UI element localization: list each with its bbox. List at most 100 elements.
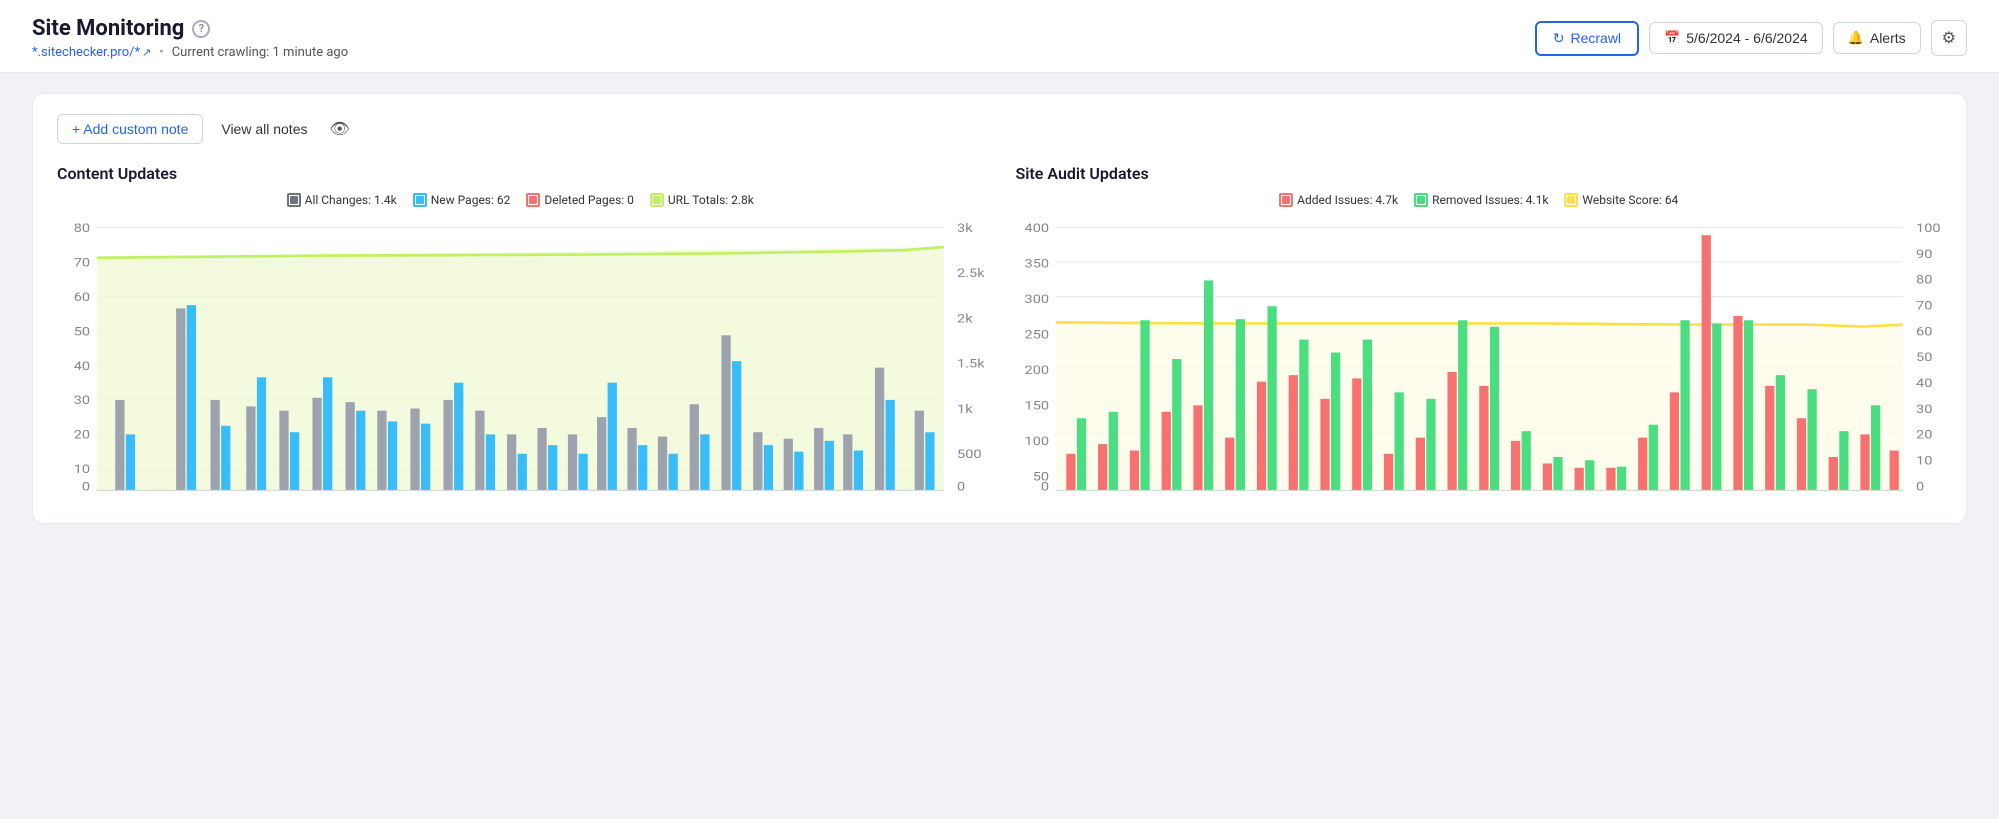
content-chart-area: 80 70 60 50 40 30 20 10 0 3k 2.5k 2k 1.5… bbox=[57, 219, 984, 499]
audit-updates-section: Site Audit Updates Added Issues: 4.7k Re… bbox=[1016, 164, 1943, 499]
svg-text:2k: 2k bbox=[957, 313, 973, 326]
svg-text:Jun 06: Jun 06 bbox=[877, 498, 917, 499]
svg-text:May 28: May 28 bbox=[1621, 498, 1664, 499]
svg-text:10: 10 bbox=[1916, 455, 1932, 468]
svg-text:10: 10 bbox=[74, 463, 90, 476]
svg-text:May 18: May 18 bbox=[362, 498, 405, 499]
separator-dot: • bbox=[159, 45, 163, 60]
svg-text:May 21: May 21 bbox=[1433, 498, 1476, 499]
legend-url-totals: URL Totals: 2.8k bbox=[650, 193, 754, 207]
bell-icon: 🔔 bbox=[1848, 30, 1864, 46]
svg-text:90: 90 bbox=[1916, 248, 1932, 261]
svg-text:40: 40 bbox=[74, 360, 90, 373]
header-subtitle: *.sitechecker.pro/* ↗ • Current crawling… bbox=[32, 45, 348, 60]
svg-text:Jun 02: Jun 02 bbox=[1750, 498, 1790, 499]
svg-text:3k: 3k bbox=[957, 222, 973, 235]
view-notes-label: View all notes bbox=[221, 121, 307, 137]
legend-checkbox-score bbox=[1564, 193, 1578, 207]
monitoring-card: + Add custom note View all notes 👁 Conte… bbox=[32, 93, 1967, 524]
date-range-button[interactable]: 📅 5/6/2024 - 6/6/2024 bbox=[1649, 22, 1823, 54]
svg-text:0: 0 bbox=[1040, 481, 1048, 494]
site-url-link[interactable]: *.sitechecker.pro/* ↗ bbox=[32, 45, 151, 60]
svg-text:May 11: May 11 bbox=[1179, 498, 1222, 499]
svg-text:30: 30 bbox=[1916, 403, 1932, 416]
legend-website-score: Website Score: 64 bbox=[1564, 193, 1678, 207]
card-toolbar: + Add custom note View all notes 👁 bbox=[57, 114, 1942, 144]
svg-text:60: 60 bbox=[1916, 325, 1932, 338]
help-icon[interactable]: ? bbox=[192, 20, 210, 38]
svg-text:May 15: May 15 bbox=[299, 498, 342, 499]
svg-text:30: 30 bbox=[74, 394, 90, 407]
svg-text:May 06: May 06 bbox=[1060, 498, 1103, 499]
svg-text:Jun 06: Jun 06 bbox=[1853, 498, 1893, 499]
svg-text:0: 0 bbox=[957, 481, 965, 494]
legend-checkbox-removed bbox=[1414, 193, 1428, 207]
svg-text:May 24: May 24 bbox=[523, 498, 566, 499]
legend-all-changes: All Changes: 1.4k bbox=[287, 193, 397, 207]
svg-text:May 23: May 23 bbox=[1494, 498, 1537, 499]
svg-text:May 09: May 09 bbox=[165, 498, 208, 499]
title-text: Site Monitoring bbox=[32, 16, 184, 41]
svg-text:May 16: May 16 bbox=[1306, 498, 1349, 499]
svg-text:May 08: May 08 bbox=[1118, 498, 1161, 499]
svg-text:May 12: May 12 bbox=[234, 498, 277, 499]
charts-container: Content Updates All Changes: 1.4k New Pa… bbox=[57, 164, 1942, 499]
svg-text:0: 0 bbox=[82, 481, 90, 494]
svg-text:50: 50 bbox=[1916, 351, 1932, 364]
svg-text:May 18: May 18 bbox=[1370, 498, 1413, 499]
svg-text:70: 70 bbox=[74, 257, 90, 270]
svg-text:80: 80 bbox=[1916, 274, 1932, 287]
audit-chart-svg: 400 350 300 250 200 150 100 50 0 100 90 … bbox=[1016, 219, 1943, 499]
svg-text:May 22: May 22 bbox=[462, 498, 505, 499]
svg-text:70: 70 bbox=[1916, 300, 1932, 313]
svg-text:May 30: May 30 bbox=[676, 498, 719, 499]
legend-checkbox-url bbox=[650, 193, 664, 207]
calendar-icon: 📅 bbox=[1664, 30, 1680, 46]
svg-text:20: 20 bbox=[74, 429, 90, 442]
svg-text:0: 0 bbox=[1916, 481, 1924, 494]
svg-text:100: 100 bbox=[1916, 222, 1941, 235]
legend-deleted-pages: Deleted Pages: 0 bbox=[526, 193, 634, 207]
eye-button[interactable]: 👁 bbox=[326, 115, 354, 143]
legend-removed-issues: Removed Issues: 4.1k bbox=[1414, 193, 1548, 207]
svg-text:1k: 1k bbox=[957, 403, 973, 416]
eye-icon: 👁 bbox=[330, 121, 350, 138]
legend-checkbox-added bbox=[1279, 193, 1293, 207]
svg-text:50: 50 bbox=[74, 325, 90, 338]
svg-text:400: 400 bbox=[1024, 222, 1049, 235]
svg-text:200: 200 bbox=[1024, 364, 1049, 377]
svg-text:Jun 02: Jun 02 bbox=[769, 498, 809, 499]
legend-new-pages: New Pages: 62 bbox=[413, 193, 511, 207]
svg-text:20: 20 bbox=[1916, 429, 1932, 442]
legend-checkbox-new bbox=[413, 193, 427, 207]
external-link-icon: ↗ bbox=[142, 46, 151, 59]
settings-button[interactable]: ⚙ bbox=[1931, 20, 1967, 56]
svg-text:150: 150 bbox=[1024, 400, 1049, 413]
content-chart-svg: 80 70 60 50 40 30 20 10 0 3k 2.5k 2k 1.5… bbox=[57, 219, 984, 499]
svg-text:May 06: May 06 bbox=[102, 498, 145, 499]
svg-text:40: 40 bbox=[1916, 377, 1932, 390]
svg-text:May 31: May 31 bbox=[1688, 498, 1731, 499]
gear-icon: ⚙ bbox=[1942, 30, 1956, 47]
recrawl-button[interactable]: ↻ Recrawl bbox=[1535, 21, 1639, 56]
view-notes-button[interactable]: View all notes bbox=[211, 115, 317, 143]
svg-text:500: 500 bbox=[957, 448, 982, 461]
audit-chart-title: Site Audit Updates bbox=[1016, 164, 1943, 183]
svg-text:May 27: May 27 bbox=[582, 498, 625, 499]
audit-chart-area: 400 350 300 250 200 150 100 50 0 100 90 … bbox=[1016, 219, 1943, 499]
page-header: Site Monitoring ? *.sitechecker.pro/* ↗ … bbox=[0, 0, 1999, 73]
svg-text:May 26: May 26 bbox=[1558, 498, 1601, 499]
svg-text:350: 350 bbox=[1024, 258, 1049, 271]
page-title: Site Monitoring ? bbox=[32, 16, 348, 41]
svg-text:May 13: May 13 bbox=[1243, 498, 1286, 499]
svg-text:100: 100 bbox=[1024, 435, 1049, 448]
content-chart-legend: All Changes: 1.4k New Pages: 62 Deleted … bbox=[57, 193, 984, 207]
legend-added-issues: Added Issues: 4.7k bbox=[1279, 193, 1398, 207]
alerts-button[interactable]: 🔔 Alerts bbox=[1833, 22, 1921, 54]
svg-text:300: 300 bbox=[1024, 293, 1049, 306]
add-note-button[interactable]: + Add custom note bbox=[57, 114, 203, 144]
svg-text:80: 80 bbox=[74, 222, 90, 235]
recrawl-icon: ↻ bbox=[1553, 30, 1565, 47]
content-updates-section: Content Updates All Changes: 1.4k New Pa… bbox=[57, 164, 984, 499]
svg-text:60: 60 bbox=[74, 291, 90, 304]
